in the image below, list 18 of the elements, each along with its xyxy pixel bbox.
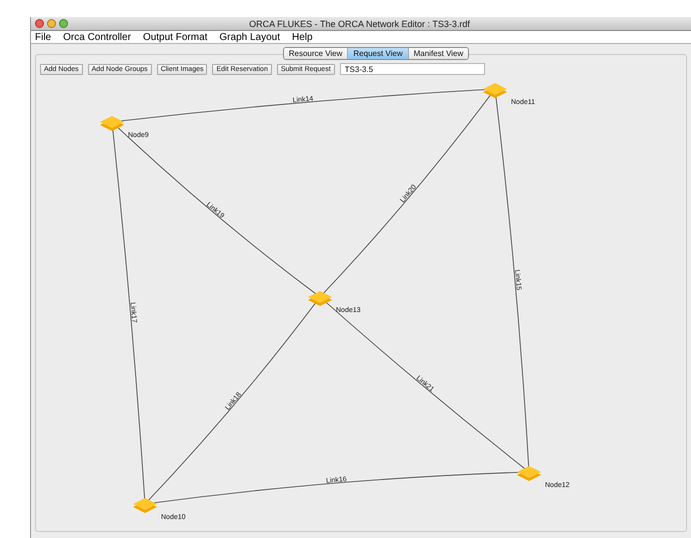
minimize-button[interactable] bbox=[47, 19, 56, 28]
node-icon bbox=[308, 291, 332, 306]
node-icon bbox=[133, 498, 157, 513]
node-icon bbox=[483, 83, 507, 98]
view-tab[interactable]: Request View bbox=[347, 48, 408, 59]
close-button[interactable] bbox=[35, 19, 44, 28]
node-icon bbox=[517, 466, 541, 481]
zoom-button[interactable] bbox=[59, 19, 68, 28]
node-icon bbox=[100, 116, 124, 131]
reservation-name-field[interactable]: TS3-3.5 bbox=[340, 63, 485, 75]
menu-item[interactable]: File bbox=[35, 32, 52, 42]
menu-item[interactable]: Graph Layout bbox=[219, 32, 280, 42]
view-tab[interactable]: Manifest View bbox=[408, 48, 468, 59]
menu-item[interactable]: Output Format bbox=[142, 32, 208, 42]
window-title: ORCA FLUKES - The ORCA Network Editor : TS3-3.rdf bbox=[248, 18, 471, 28]
menu-item[interactable]: Orca Controller bbox=[63, 32, 131, 42]
view-tab[interactable]: Resource View bbox=[284, 48, 348, 59]
menu-item[interactable]: Help bbox=[292, 32, 313, 42]
